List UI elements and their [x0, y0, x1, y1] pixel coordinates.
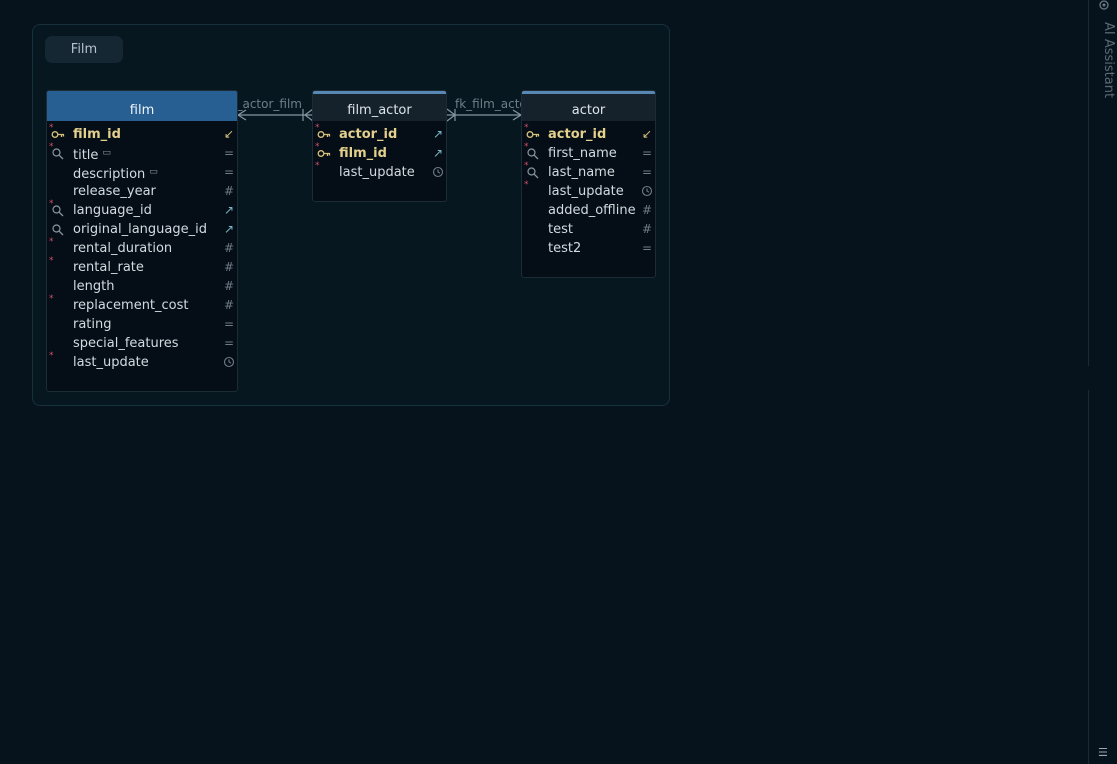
table-actor[interactable]: actor * actor_id ↙ * first_name = * last_name = *…: [521, 90, 656, 278]
menu-icon[interactable]: ☰: [1098, 746, 1108, 759]
column-name: film_id: [73, 127, 121, 142]
ai-assistant-icon[interactable]: [1097, 0, 1111, 12]
column-name: rating: [73, 317, 112, 332]
column-row[interactable]: rating =: [47, 315, 237, 334]
column-row[interactable]: * replacement_cost #: [47, 294, 237, 315]
column-row[interactable]: release_year #: [47, 182, 237, 201]
table-film-actor[interactable]: film_actor * actor_id ↗ * film_id ↗ * last_upda…: [312, 90, 447, 202]
column-name: test2: [548, 241, 582, 256]
column-name: added_offline: [548, 203, 636, 218]
table-film-header[interactable]: film: [47, 91, 237, 121]
column-name: film_id: [339, 146, 387, 161]
column-name: first_name: [548, 146, 617, 161]
column-name: rental_rate: [73, 260, 144, 275]
column-name: actor_id: [339, 127, 398, 142]
number-type-icon: #: [223, 279, 235, 293]
foreign-key-icon: ↗: [223, 222, 235, 236]
table-film[interactable]: film * film_id ↙ * title ▭ = description ▭ = relea…: [46, 90, 238, 392]
clock-icon: [223, 353, 235, 374]
text-type-icon: =: [641, 241, 653, 255]
foreign-key-icon: ↗: [223, 203, 235, 217]
text-type-icon: =: [223, 336, 235, 350]
column-name: last_name: [548, 165, 615, 180]
required-marker: *: [524, 180, 529, 190]
column-name: title ▭: [73, 148, 111, 163]
column-name: last_update: [339, 165, 415, 180]
referenced-key-icon: ↙: [223, 127, 235, 141]
required-marker: *: [49, 294, 54, 304]
table-film-actor-header[interactable]: film_actor: [313, 91, 446, 121]
ai-assistant-panel[interactable]: AI Assistant ☰: [1087, 0, 1117, 764]
foreign-key-icon: ↗: [432, 146, 444, 160]
column-row[interactable]: * last_update: [522, 180, 655, 203]
referenced-key-icon: ↙: [641, 127, 653, 141]
column-row[interactable]: * last_name =: [522, 161, 655, 182]
number-type-icon: #: [223, 298, 235, 312]
required-marker: *: [49, 237, 54, 247]
text-type-icon: =: [641, 146, 653, 160]
clock-icon: [641, 182, 653, 203]
text-type-icon: =: [223, 317, 235, 331]
column-row[interactable]: length #: [47, 277, 237, 296]
column-row[interactable]: added_offline #: [522, 201, 655, 220]
column-name: rental_duration: [73, 241, 173, 256]
relation-label-actor[interactable]: fk_film_actor_actor: [455, 97, 522, 111]
column-row[interactable]: * title ▭ =: [47, 142, 237, 163]
search-icon: [52, 148, 64, 160]
column-row[interactable]: * actor_id ↗: [313, 123, 446, 144]
foreign-key-icon: ↗: [432, 127, 444, 141]
column-name: last_update: [548, 184, 624, 199]
column-name: description ▭: [73, 167, 158, 182]
number-type-icon: #: [223, 241, 235, 255]
column-row[interactable]: description ▭ =: [47, 163, 237, 182]
column-row[interactable]: * rental_duration #: [47, 237, 237, 258]
column-name: actor_id: [548, 127, 607, 142]
column-name: release_year: [73, 184, 156, 199]
relation-label-film[interactable]: fk_film_actor_film: [236, 97, 302, 111]
column-row[interactable]: test2 =: [522, 239, 655, 258]
number-type-icon: #: [223, 184, 235, 198]
text-type-icon: =: [223, 165, 235, 179]
column-row[interactable]: original_language_id ↗: [47, 220, 237, 239]
panel-divider-gap: [1087, 366, 1090, 390]
column-name: special_features: [73, 336, 179, 351]
table-actor-header[interactable]: actor: [522, 91, 655, 121]
diagram-canvas[interactable]: Film fk_film_actor_film fk_film_actor_ac…: [0, 0, 1088, 764]
number-type-icon: #: [641, 222, 653, 236]
required-marker: *: [49, 256, 54, 266]
column-name: length: [73, 279, 115, 294]
comment-icon: ▭: [149, 167, 158, 177]
column-name: original_language_id: [73, 222, 207, 237]
column-row[interactable]: special_features =: [47, 334, 237, 353]
number-type-icon: #: [223, 260, 235, 274]
column-row[interactable]: test #: [522, 220, 655, 239]
column-row[interactable]: * film_id ↗: [313, 142, 446, 163]
text-type-icon: =: [223, 146, 235, 160]
number-type-icon: #: [641, 203, 653, 217]
column-name: last_update: [73, 355, 149, 370]
column-row[interactable]: * actor_id ↙: [522, 123, 655, 144]
text-type-icon: =: [641, 165, 653, 179]
column-name: test: [548, 222, 573, 237]
column-row[interactable]: * film_id ↙: [47, 123, 237, 144]
search-icon: [52, 205, 64, 217]
column-name: replacement_cost: [73, 298, 189, 313]
required-marker: *: [49, 351, 54, 361]
clock-icon: [432, 163, 444, 184]
ai-assistant-tab[interactable]: AI Assistant: [1090, 22, 1116, 98]
column-name: language_id: [73, 203, 152, 218]
column-row[interactable]: * language_id ↗: [47, 199, 237, 220]
column-row[interactable]: * last_update: [47, 351, 237, 374]
column-row[interactable]: * first_name =: [522, 142, 655, 163]
column-row[interactable]: * last_update: [313, 161, 446, 184]
column-row[interactable]: * rental_rate #: [47, 256, 237, 277]
comment-icon: ▭: [102, 148, 111, 158]
required-marker: *: [315, 161, 320, 171]
